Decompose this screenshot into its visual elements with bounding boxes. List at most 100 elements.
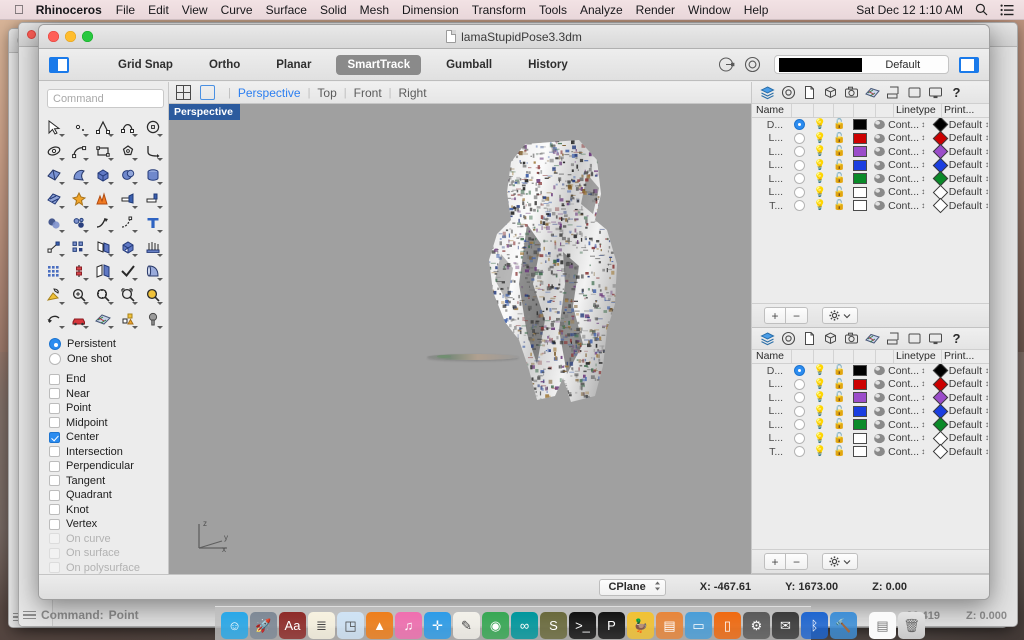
osnap-perpendicular[interactable]: Perpendicular (49, 459, 168, 474)
bluetooth-icon[interactable]: ᛒ (801, 612, 828, 639)
layer-current-toggle[interactable] (789, 146, 810, 158)
osnap-mode-one-shot[interactable]: One shot (49, 352, 168, 367)
apple-icon[interactable]:  (14, 3, 24, 16)
box-icon[interactable] (91, 163, 116, 187)
layer-print-width[interactable]: Default ↕ (932, 443, 989, 460)
layer-material-icon[interactable] (871, 133, 888, 144)
scanned-mesh-object[interactable] (467, 134, 637, 414)
layer-color-swatch[interactable] (849, 186, 870, 198)
layer-row[interactable]: L... 💡 🔓 Cont... ↕ Default ↕ (752, 416, 989, 433)
boolean-icon[interactable] (91, 187, 116, 211)
menu-dimension[interactable]: Dimension (402, 3, 459, 17)
menu-edit[interactable]: Edit (148, 3, 169, 17)
viewport-tab-front[interactable]: Front (354, 86, 382, 100)
finder-icon[interactable]: ☺ (221, 612, 248, 639)
layers-icon[interactable] (760, 331, 775, 346)
layer-linetype[interactable]: Cont... ↕ (888, 365, 935, 377)
layer-print-width[interactable]: Default ↕ (932, 130, 989, 147)
layer-material-icon[interactable] (871, 433, 888, 444)
rectangle-icon[interactable] (907, 85, 922, 100)
layer-material-icon[interactable] (871, 365, 888, 376)
osnap-near[interactable]: Near (49, 387, 168, 402)
command-input[interactable] (47, 89, 164, 108)
split-icon[interactable] (116, 211, 141, 235)
background-window-1-command-line[interactable]: Command: Point (23, 608, 139, 622)
cylinder-icon[interactable] (140, 163, 165, 187)
zoom-in-icon[interactable] (67, 283, 92, 307)
layer-visibility-icon[interactable]: 💡 (810, 146, 829, 157)
rail-revolve-icon[interactable] (67, 259, 92, 283)
viewport-tab-right[interactable]: Right (399, 86, 427, 100)
layer-row[interactable]: L... 💡 🔓 Cont... ↕ Default ↕ (752, 157, 989, 174)
camera-icon[interactable] (844, 331, 859, 346)
close-dot[interactable] (27, 30, 36, 39)
layer-visibility-icon[interactable]: 💡 (810, 133, 829, 144)
undo-view-icon[interactable] (42, 307, 67, 331)
layer-current-toggle[interactable] (789, 419, 810, 431)
checkbox-indicator[interactable] (49, 460, 60, 472)
page-icon[interactable] (802, 331, 817, 346)
layer-current-toggle[interactable] (789, 365, 810, 377)
add-layer-button[interactable]: + (764, 553, 786, 570)
layer-lock-icon[interactable]: 🔓 (830, 433, 849, 444)
text-icon[interactable] (140, 211, 165, 235)
layer-material-icon[interactable] (871, 200, 888, 211)
menubar-clock[interactable]: Sat Dec 12 1:10 AM (856, 3, 963, 17)
publisher-icon[interactable]: ▤ (656, 612, 683, 639)
layer-lock-icon[interactable]: 🔓 (830, 419, 849, 430)
menu-transform[interactable]: Transform (472, 3, 526, 17)
single-viewport-icon[interactable] (200, 85, 215, 100)
layer-visibility-icon[interactable]: 💡 (810, 433, 829, 444)
ellipse-icon[interactable] (42, 139, 67, 163)
surface-from-curves-icon[interactable] (42, 163, 67, 187)
layer-lock-icon[interactable]: 🔓 (830, 365, 849, 376)
checkbox-indicator[interactable] (49, 402, 60, 414)
named-view-icon[interactable] (67, 307, 92, 331)
rectangle-icon[interactable] (907, 331, 922, 346)
layer-color-swatch[interactable] (849, 405, 870, 417)
layer-linetype[interactable]: Cont... ↕ (888, 119, 935, 131)
perspective-viewport[interactable]: Perspective z y x (169, 104, 751, 574)
layer-lock-icon[interactable]: 🔓 (830, 187, 849, 198)
loft-icon[interactable] (140, 235, 165, 259)
layer-row[interactable]: D... 💡 🔓 Cont... ↕ Default ↕ (752, 364, 989, 379)
right-panel-toggle-button[interactable] (959, 56, 979, 73)
boolean-union-icon[interactable] (42, 211, 67, 235)
select-arrow-icon[interactable] (42, 115, 67, 139)
curve-icon[interactable] (116, 115, 141, 139)
radio-indicator[interactable] (49, 338, 61, 351)
layer-color-swatch[interactable] (849, 119, 870, 131)
layer-current-toggle[interactable] (789, 186, 810, 198)
explode-icon[interactable] (67, 187, 92, 211)
layer-linetype[interactable]: Cont... ↕ (888, 446, 935, 458)
column-header-linetype[interactable]: Linetype (894, 104, 942, 117)
layer-linetype[interactable]: Cont... ↕ (888, 146, 935, 158)
layer-current-toggle[interactable] (789, 200, 810, 212)
layer-row[interactable]: L... 💡 🔓 Cont... ↕ Default ↕ (752, 430, 989, 447)
menu-analyze[interactable]: Analyze (580, 3, 623, 17)
pages-icon[interactable]: ✎ (453, 612, 480, 639)
viewport-tab-perspective[interactable]: Perspective (238, 86, 301, 100)
layer-visibility-icon[interactable]: 💡 (810, 392, 829, 403)
layer-lock-icon[interactable]: 🔓 (830, 446, 849, 457)
layer-color-swatch[interactable] (849, 132, 870, 144)
keynote-icon[interactable]: ▭ (685, 612, 712, 639)
sublime-icon[interactable]: S (540, 612, 567, 639)
osnap-target-icon[interactable] (744, 56, 761, 73)
layer-visibility-icon[interactable]: 💡 (810, 119, 829, 130)
layer-print-width[interactable]: Default ↕ (932, 157, 989, 174)
layer-options-gear-button[interactable] (822, 553, 858, 570)
osnap-intersection[interactable]: Intersection (49, 445, 168, 460)
zoom-extents-icon[interactable] (140, 283, 165, 307)
checkbox-indicator[interactable] (49, 489, 60, 501)
layer-print-width[interactable]: Default ↕ (932, 364, 989, 379)
checkbox-indicator[interactable] (49, 518, 60, 530)
layer-color-swatch[interactable] (849, 200, 870, 212)
cap-icon[interactable] (116, 235, 141, 259)
checkbox-indicator[interactable] (49, 475, 60, 487)
checkbox-indicator[interactable] (49, 373, 60, 385)
light-icon[interactable] (140, 307, 165, 331)
layer-row[interactable]: T... 💡 🔓 Cont... ↕ Default ↕ (752, 197, 989, 214)
launchpad-icon[interactable]: 🚀 (250, 612, 277, 639)
layer-linetype[interactable]: Cont... ↕ (888, 186, 935, 198)
